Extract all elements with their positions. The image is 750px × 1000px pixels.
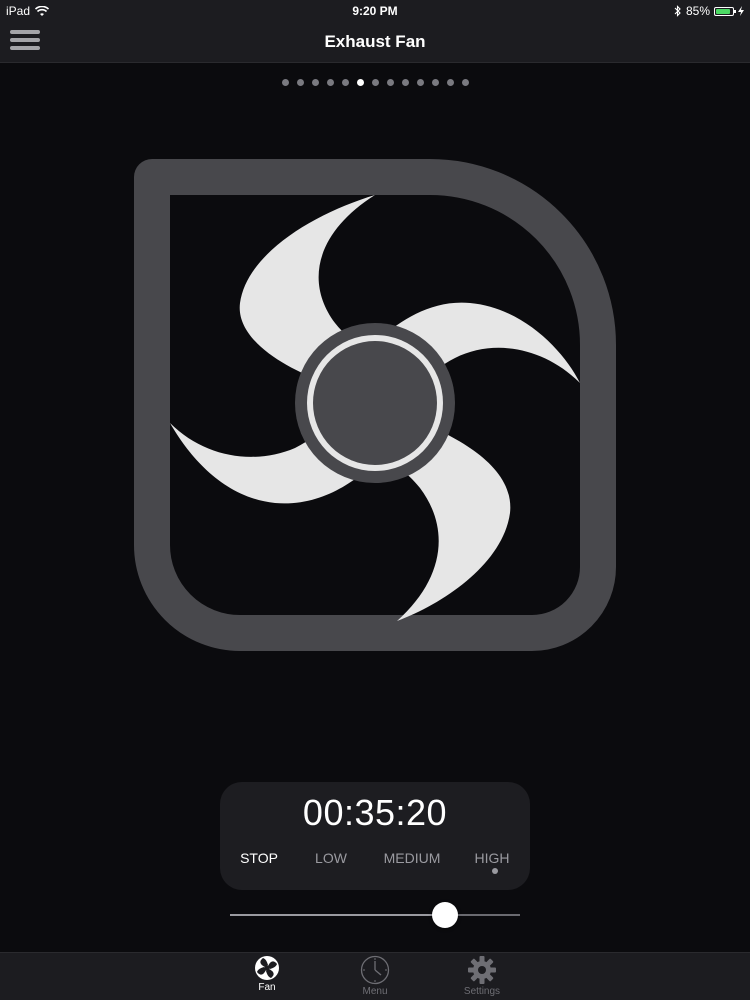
speed-medium-button[interactable]: MEDIUM <box>384 850 441 866</box>
status-right: 85% <box>674 4 744 18</box>
timer-display: 00:35:20 <box>302 792 448 833</box>
page-dot[interactable] <box>371 79 379 86</box>
fan-hub-center <box>313 341 437 465</box>
page-dot[interactable] <box>461 79 469 86</box>
gear-icon <box>468 956 496 984</box>
speed-slider[interactable] <box>230 902 520 928</box>
page-indicator[interactable] <box>0 79 750 86</box>
clock-icon <box>360 955 390 985</box>
page-dot[interactable] <box>416 79 424 86</box>
charging-bolt-icon <box>738 6 744 16</box>
tab-settings-label: Settings <box>463 986 501 997</box>
battery-percent: 85% <box>685 4 710 18</box>
slider-fill <box>230 914 445 916</box>
slider-thumb[interactable] <box>431 902 458 928</box>
status-time: 9:20 PM <box>352 4 398 18</box>
battery-level <box>716 8 730 14</box>
tab-fan[interactable]: Fan <box>232 955 302 993</box>
page-dot[interactable] <box>326 79 334 86</box>
tab-menu-label: Menu <box>362 986 388 997</box>
page-dot[interactable] <box>446 79 454 86</box>
tab-menu[interactable]: Menu <box>340 955 410 997</box>
page-dot[interactable] <box>386 79 394 86</box>
page-title: Exhaust Fan <box>324 32 426 51</box>
page-dot[interactable] <box>401 79 409 86</box>
tab-settings[interactable]: Settings <box>447 955 517 997</box>
bluetooth-icon <box>674 5 681 17</box>
page-dot[interactable] <box>356 79 364 86</box>
status-bar: iPad 9:20 PM 85% <box>0 0 750 22</box>
page-dot[interactable] <box>341 79 349 86</box>
page-dot[interactable] <box>281 79 289 86</box>
navigation-bar: Exhaust Fan <box>0 22 750 63</box>
fan-control-panel: 00:35:20 STOP LOW MEDIUM HIGH <box>220 782 530 890</box>
exhaust-fan-icon <box>134 159 616 651</box>
page-dot[interactable] <box>431 79 439 86</box>
battery-icon <box>714 6 736 16</box>
app-screen: iPad 9:20 PM 85% Exhaust Fan 00:35:20 ST… <box>0 0 750 1000</box>
tab-bar: Fan Menu Settings <box>0 952 750 1000</box>
speed-low-button[interactable]: LOW <box>315 850 347 866</box>
page-dot[interactable] <box>296 79 304 86</box>
speed-stop-button[interactable]: STOP <box>240 850 278 866</box>
speed-high-button[interactable]: HIGH <box>475 850 510 866</box>
tab-fan-label: Fan <box>258 982 276 993</box>
speed-indicator-dot <box>492 868 498 874</box>
page-dot[interactable] <box>311 79 319 86</box>
fan-icon <box>255 956 279 980</box>
